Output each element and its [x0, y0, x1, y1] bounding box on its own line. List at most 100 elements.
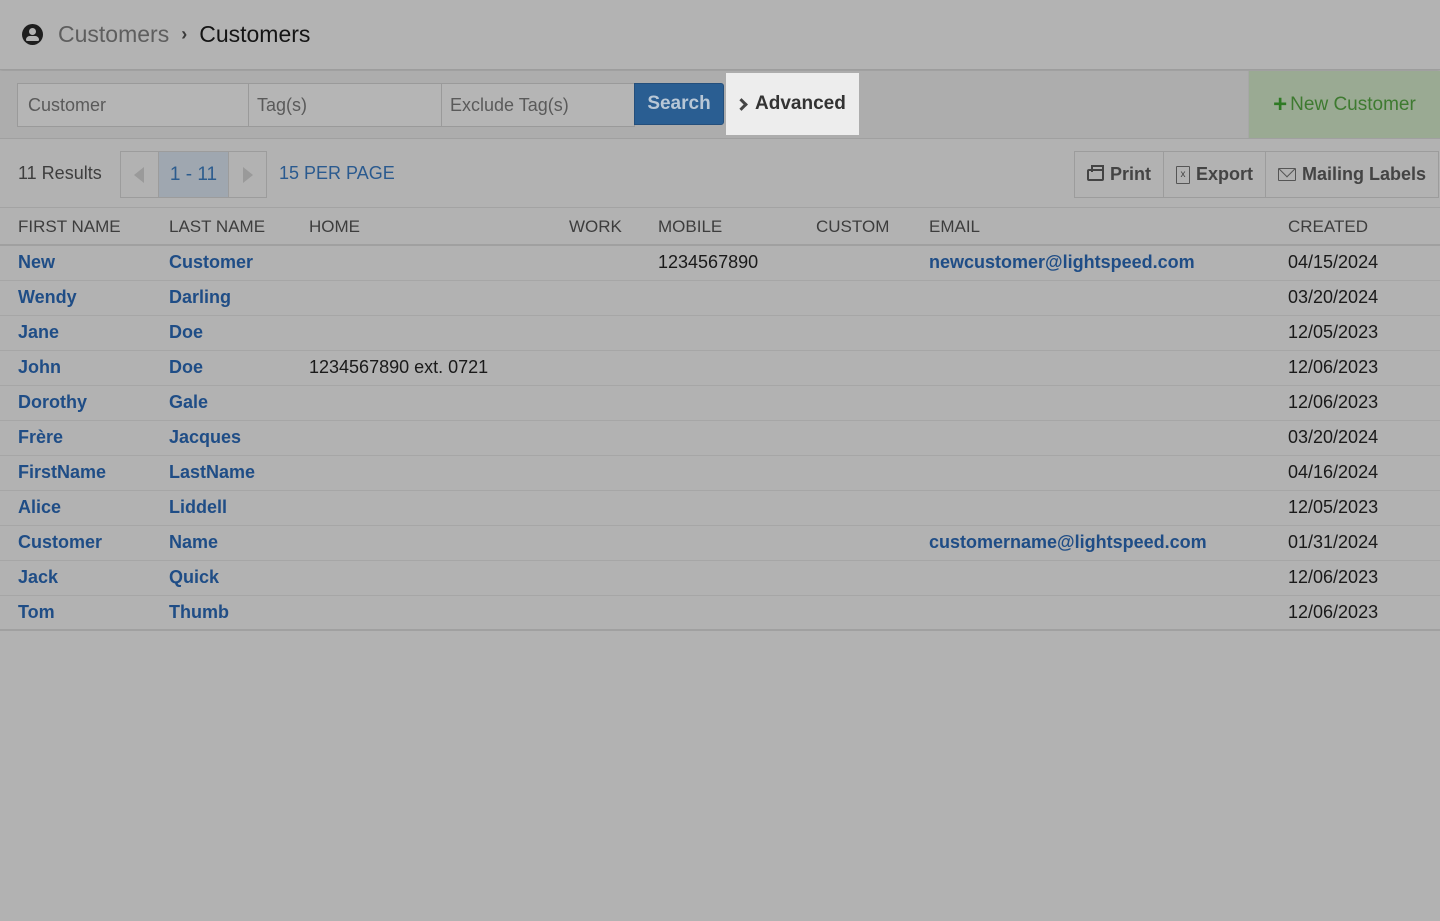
last-name-link[interactable]: Darling	[169, 287, 231, 307]
first-name-link[interactable]: FirstName	[18, 462, 106, 482]
created-date: 04/15/2024	[1288, 252, 1379, 273]
print-button[interactable]: Print	[1075, 152, 1165, 197]
cell-custom	[816, 490, 929, 526]
cell-created: 03/20/2024	[1288, 420, 1440, 456]
column-header-email[interactable]: EMAIL	[929, 209, 1288, 246]
first-name-link[interactable]: Jane	[18, 322, 59, 342]
cell-created: 03/20/2024	[1288, 280, 1440, 316]
created-date: 12/06/2023	[1288, 601, 1379, 622]
last-name-link[interactable]: Doe	[169, 322, 203, 342]
last-name-link[interactable]: Liddell	[169, 497, 227, 517]
table-row[interactable]: Frère Jacques 03/20/2024	[0, 420, 1440, 456]
first-name-link[interactable]: Alice	[18, 497, 61, 517]
column-header-home[interactable]: HOME	[309, 209, 569, 246]
created-date: 12/05/2023	[1288, 322, 1379, 342]
cell-email	[929, 560, 1288, 596]
column-header-last-name[interactable]: LAST NAME	[169, 209, 309, 246]
last-name-link[interactable]: LastName	[169, 462, 255, 482]
new-customer-label: New Customer	[1290, 93, 1416, 115]
advanced-button-label: Advanced	[755, 93, 846, 114]
last-name-link[interactable]: Name	[169, 532, 218, 552]
export-button[interactable]: x Export	[1164, 152, 1267, 197]
table-row[interactable]: Jane Doe 12/05/2023	[0, 315, 1440, 351]
mailing-labels-button[interactable]: Mailing Labels	[1266, 152, 1438, 197]
pagination: 1 - 11	[120, 151, 267, 198]
advanced-button[interactable]: Advanced	[726, 73, 859, 135]
cell-first: Frère	[0, 420, 169, 456]
email-link[interactable]: customername@lightspeed.com	[929, 532, 1207, 552]
column-header-mobile[interactable]: MOBILE	[658, 209, 816, 246]
page-header: Customers › Customers	[0, 0, 1440, 70]
mobile-phone: 1234567890	[658, 252, 759, 273]
table-row[interactable]: Dorothy Gale 12/06/2023	[0, 385, 1440, 421]
table-row[interactable]: New Customer 1234567890 newcustomer@lightsp…	[0, 245, 1440, 281]
last-name-link[interactable]: Jacques	[169, 427, 241, 447]
cell-first: John	[0, 350, 169, 386]
cell-last: Customer	[169, 245, 309, 281]
column-header-work[interactable]: WORK	[569, 209, 658, 246]
user-circle-icon	[22, 24, 43, 45]
last-name-link[interactable]: Gale	[169, 392, 208, 412]
cell-email	[929, 315, 1288, 351]
first-name-link[interactable]: John	[18, 357, 61, 377]
email-link[interactable]: newcustomer@lightspeed.com	[929, 252, 1195, 272]
cell-work	[569, 245, 658, 281]
first-name-link[interactable]: New	[18, 252, 55, 272]
table-row[interactable]: FirstName LastName 04/16/2024	[0, 455, 1440, 491]
cell-home: 1234567890 ext. 0721	[309, 350, 569, 386]
cell-work	[569, 350, 658, 386]
breadcrumb-parent[interactable]: Customers	[58, 21, 169, 48]
cell-first: Wendy	[0, 280, 169, 316]
tags-input[interactable]	[257, 94, 431, 116]
cell-custom	[816, 315, 929, 351]
cell-first: FirstName	[0, 455, 169, 491]
cell-created: 01/31/2024	[1288, 525, 1440, 561]
column-header-created[interactable]: CREATED	[1288, 209, 1440, 246]
first-name-link[interactable]: Frère	[18, 427, 63, 447]
table-row[interactable]: Alice Liddell 12/05/2023	[0, 490, 1440, 526]
exclude-tags-input[interactable]	[450, 94, 624, 116]
cell-last: LastName	[169, 455, 309, 491]
cell-custom	[816, 350, 929, 386]
created-date: 03/20/2024	[1288, 427, 1379, 447]
first-name-link[interactable]: Dorothy	[18, 392, 87, 412]
first-name-link[interactable]: Tom	[18, 602, 55, 622]
per-page-selector[interactable]: 15 PER PAGE	[279, 163, 395, 184]
cell-mobile	[658, 280, 816, 316]
customer-search-input[interactable]	[28, 94, 238, 116]
table-row[interactable]: Customer Name customername@lightspeed.com 0…	[0, 525, 1440, 561]
last-name-link[interactable]: Thumb	[169, 602, 229, 622]
first-name-link[interactable]: Jack	[18, 567, 58, 587]
cell-work	[569, 560, 658, 596]
cell-email	[929, 490, 1288, 526]
cell-custom	[816, 525, 929, 561]
cell-created: 04/16/2024	[1288, 455, 1440, 491]
last-name-link[interactable]: Quick	[169, 567, 219, 587]
cell-created: 12/05/2023	[1288, 315, 1440, 351]
exclude-tags-field[interactable]	[441, 83, 635, 127]
table-row[interactable]: Wendy Darling 03/20/2024	[0, 280, 1440, 316]
tags-field[interactable]	[248, 83, 442, 127]
new-customer-button[interactable]: + New Customer	[1248, 71, 1440, 138]
last-name-link[interactable]: Customer	[169, 252, 253, 272]
envelope-icon	[1278, 168, 1297, 181]
table-row[interactable]: John Doe 1234567890 ext. 0721 12/06/2023	[0, 350, 1440, 386]
search-button[interactable]: Search	[634, 83, 724, 125]
next-page-button[interactable]	[229, 152, 266, 197]
cell-first: New	[0, 245, 169, 281]
cell-work	[569, 280, 658, 316]
cell-email: customername@lightspeed.com	[929, 525, 1288, 561]
customer-search-field[interactable]	[17, 83, 249, 127]
first-name-link[interactable]: Wendy	[18, 287, 77, 307]
last-name-link[interactable]: Doe	[169, 357, 203, 377]
cell-work	[569, 490, 658, 526]
breadcrumb-separator-icon: ›	[181, 24, 188, 44]
first-name-link[interactable]: Customer	[18, 532, 102, 552]
column-header-custom[interactable]: CUSTOM	[816, 209, 929, 246]
column-header-first-name[interactable]: FIRST NAME	[0, 209, 169, 246]
cell-last: Doe	[169, 350, 309, 386]
previous-page-button[interactable]	[121, 152, 158, 197]
table-row[interactable]: Tom Thumb 12/06/2023	[0, 595, 1440, 631]
table-row[interactable]: Jack Quick 12/06/2023	[0, 560, 1440, 596]
cell-last: Gale	[169, 385, 309, 421]
